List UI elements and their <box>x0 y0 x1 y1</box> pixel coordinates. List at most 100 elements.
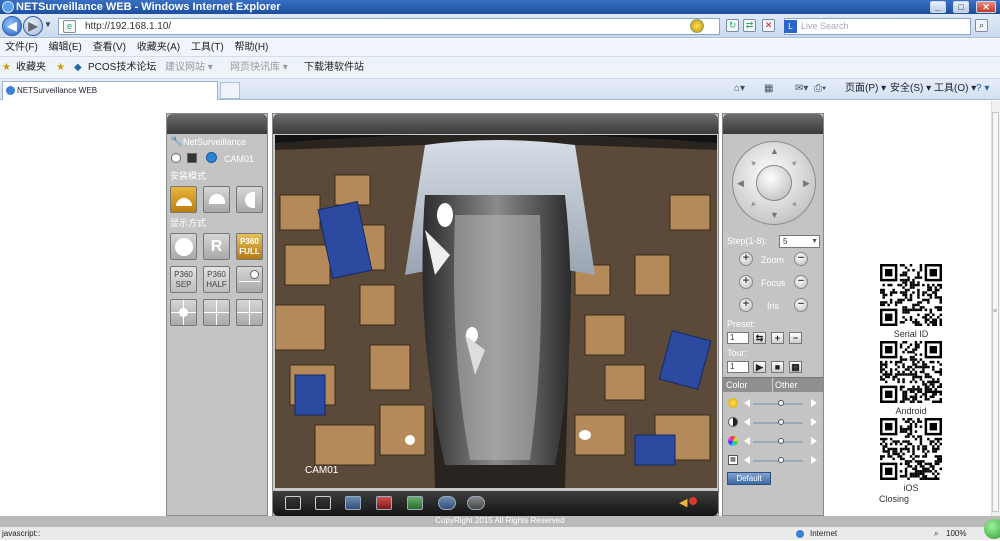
tour-start-button[interactable]: ▶ <box>753 361 766 373</box>
help-menu[interactable]: ? ▾ <box>976 79 989 99</box>
forward-button[interactable]: ▶ <box>23 16 43 36</box>
saturation-knob[interactable] <box>778 438 784 444</box>
fullscreen-icon[interactable] <box>285 496 301 510</box>
iris-open-button[interactable]: + <box>739 298 753 312</box>
display-p360full-button[interactable]: P360 FULL <box>236 233 263 260</box>
print-icon[interactable]: ⎙▾ <box>814 79 826 99</box>
stop-icon[interactable]: ✕ <box>762 19 775 32</box>
zoom-out-button[interactable]: − <box>794 252 808 266</box>
ptz-up-icon[interactable]: ▲ <box>770 146 779 156</box>
zoom-icon[interactable]: ⌕ <box>934 527 938 541</box>
compatibility-icon[interactable] <box>690 19 704 33</box>
hue-decrease-icon[interactable] <box>744 456 750 464</box>
tour-grid-button[interactable]: ▦ <box>789 361 802 373</box>
display-quad-alt-button[interactable] <box>236 299 263 326</box>
go-icon[interactable]: ⇄ <box>743 19 756 32</box>
ptz-upleft-icon[interactable]: ▲ <box>747 157 759 169</box>
tour-input[interactable]: 1 <box>727 361 749 373</box>
play-icon[interactable] <box>187 153 197 163</box>
maximize-button[interactable]: □ <box>953 1 969 13</box>
contrast-increase-icon[interactable] <box>811 418 817 426</box>
page-menu[interactable]: 页面(P) ▾ <box>845 79 886 99</box>
saturation-increase-icon[interactable] <box>811 437 817 445</box>
tab-other[interactable]: Other <box>775 380 798 390</box>
closing-link[interactable]: Closing <box>879 494 909 504</box>
new-tab-button[interactable] <box>220 82 240 99</box>
ptz-downright-icon[interactable]: ▼ <box>789 199 801 211</box>
menu-file[interactable]: 文件(F) <box>5 42 38 53</box>
tab-netsurveillance[interactable]: NETSurveillance WEB <box>2 81 218 100</box>
display-r-button[interactable]: R <box>203 233 230 260</box>
window-icon[interactable] <box>315 496 331 510</box>
menu-view[interactable]: 查看(V) <box>93 42 126 53</box>
talk-icon[interactable] <box>438 496 456 510</box>
mail-icon[interactable]: ✉▾ <box>795 79 808 99</box>
minimize-button[interactable]: _ <box>930 1 946 13</box>
hue-knob[interactable] <box>778 457 784 463</box>
display-quad-button[interactable] <box>203 299 230 326</box>
install-ceiling-button[interactable] <box>170 186 197 213</box>
favorites-button[interactable]: 收藏夹 <box>16 57 46 79</box>
window-title-bar[interactable]: NETSurveillance WEB - Windows Internet E… <box>0 0 1000 14</box>
speaker-icon[interactable]: ◀ <box>679 496 687 509</box>
zoom-level[interactable]: 100% <box>946 527 966 541</box>
display-1plus3-button[interactable] <box>236 266 263 293</box>
fav-suggested[interactable]: 建议网站 ▾ <box>165 57 213 79</box>
stop-recording-icon[interactable] <box>376 496 392 510</box>
zoom-in-button[interactable]: + <box>739 252 753 266</box>
saturation-decrease-icon[interactable] <box>744 437 750 445</box>
contrast-knob[interactable] <box>778 419 784 425</box>
fav-pcos[interactable]: PCOS技术论坛 <box>88 57 156 79</box>
preset-goto-button[interactable]: ⇆ <box>753 332 766 344</box>
iris-close-button[interactable]: − <box>794 298 808 312</box>
fav-webslice[interactable]: 网页快讯库 ▾ <box>230 57 288 79</box>
address-bar[interactable]: e http://192.168.1.10/ <box>58 18 720 35</box>
brightness-decrease-icon[interactable] <box>744 399 750 407</box>
add-favorite-icon[interactable]: ★ <box>56 57 65 79</box>
close-button[interactable]: ✕ <box>976 1 996 13</box>
preset-input[interactable]: 1 <box>727 332 749 344</box>
safety-menu[interactable]: 安全(S) ▾ <box>890 79 931 99</box>
brightness-increase-icon[interactable] <box>811 399 817 407</box>
refresh-icon[interactable]: ↻ <box>726 19 739 32</box>
video-feed[interactable]: CAM01 <box>275 135 717 488</box>
record-icon[interactable] <box>345 496 361 510</box>
menu-help[interactable]: 帮助(H) <box>235 42 269 53</box>
ptz-downleft-icon[interactable]: ▼ <box>747 199 759 211</box>
camera-play-icon[interactable] <box>206 152 217 163</box>
step-select[interactable]: 5 ▼ <box>779 235 820 248</box>
contrast-decrease-icon[interactable] <box>744 418 750 426</box>
stop-talk-icon[interactable] <box>467 496 485 510</box>
overlay-badge-icon[interactable] <box>984 519 1000 539</box>
ptz-upright-icon[interactable]: ▲ <box>789 157 801 169</box>
search-input[interactable]: L Live Search <box>784 18 971 35</box>
scrollbar-thumb[interactable]: ≡ <box>992 112 999 512</box>
stop-record-icon[interactable] <box>171 153 181 163</box>
default-button[interactable]: Default <box>727 472 771 485</box>
display-p360half-button[interactable]: P360 HALF <box>203 266 230 293</box>
hue-increase-icon[interactable] <box>811 456 817 464</box>
menu-edit[interactable]: 编辑(E) <box>49 42 82 53</box>
home-icon[interactable]: ⌂▾ <box>734 79 745 99</box>
search-icon[interactable]: ⌕ <box>975 19 988 32</box>
focus-near-button[interactable]: + <box>739 275 753 289</box>
display-quad-pip-button[interactable] <box>170 299 197 326</box>
tools-menu[interactable]: 工具(O) ▾ <box>934 79 976 99</box>
ptz-center-button[interactable] <box>756 165 792 201</box>
brightness-knob[interactable] <box>778 400 784 406</box>
tour-stop-button[interactable]: ■ <box>771 361 784 373</box>
preset-remove-button[interactable]: − <box>789 332 802 344</box>
ptz-right-icon[interactable]: ▶ <box>803 178 810 189</box>
fav-download[interactable]: 下载港软件站 <box>304 57 364 79</box>
menu-favorites[interactable]: 收藏夹(A) <box>137 42 180 53</box>
ptz-down-icon[interactable]: ▼ <box>770 210 779 220</box>
display-p360sep-button[interactable]: P360 SEP <box>170 266 197 293</box>
ptz-left-icon[interactable]: ◀ <box>737 178 744 189</box>
preset-add-button[interactable]: + <box>771 332 784 344</box>
feeds-icon[interactable]: ▦ <box>764 79 773 99</box>
display-fisheye-button[interactable] <box>170 233 197 260</box>
history-dropdown-icon[interactable]: ▼ <box>44 20 52 29</box>
install-table-button[interactable] <box>203 186 230 213</box>
back-button[interactable]: ◀ <box>2 16 22 36</box>
tab-color[interactable]: Color <box>726 380 748 390</box>
